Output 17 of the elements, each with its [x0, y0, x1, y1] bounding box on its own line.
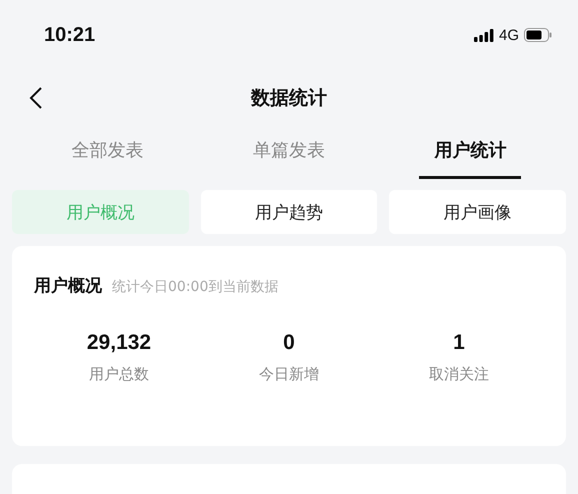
battery-icon [524, 28, 552, 42]
segment-button[interactable]: 用户画像 [389, 190, 566, 234]
card-subtitle: 统计今日00:00到当前数据 [112, 278, 278, 296]
stat-label: 用户总数 [89, 365, 149, 384]
stat-value: 29,132 [86, 331, 152, 355]
stat-label: 取消关注 [429, 365, 489, 384]
tab[interactable]: 用户统计 [419, 126, 522, 179]
page-title: 数据统计 [251, 86, 327, 111]
stat-value: 1 [453, 331, 465, 355]
card-title: 用户概况 [34, 275, 102, 297]
network-label: 4G [498, 26, 519, 44]
status-time: 10:21 [44, 24, 96, 46]
segment-button[interactable]: 用户趋势 [200, 190, 378, 234]
signal-icon [474, 28, 494, 42]
stat-value: 0 [283, 331, 295, 355]
back-icon[interactable] [29, 86, 43, 110]
stat-label: 今日新增 [259, 365, 319, 384]
